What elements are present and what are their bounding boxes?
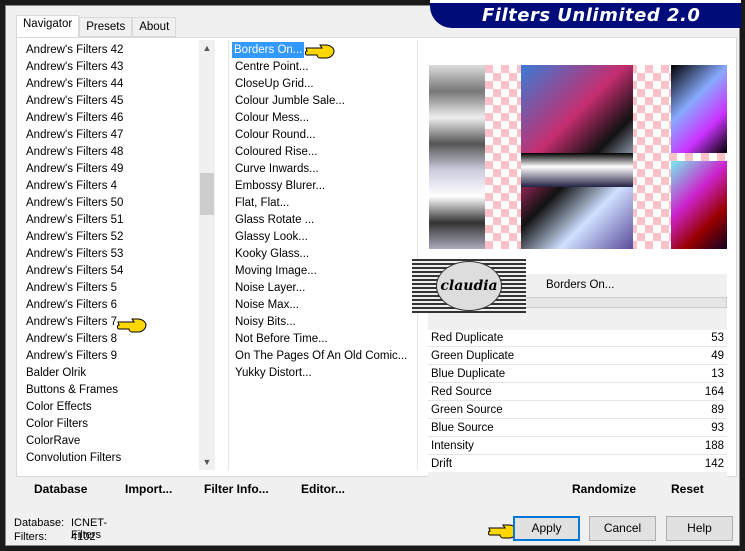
database-status: Database: ICNET-Filters [14, 517, 107, 541]
parameter-label: Drift [431, 458, 453, 470]
cancel-button[interactable]: Cancel [589, 516, 656, 541]
category-item[interactable]: Andrew's Filters 52 [26, 229, 123, 245]
filters-status: Filters: 4102 [14, 531, 95, 543]
parameter-slider[interactable]: Green Duplicate 49 [428, 348, 727, 365]
category-item[interactable]: Andrew's Filters 50 [26, 195, 123, 211]
filter-item[interactable]: CloseUp Grid... [235, 76, 314, 92]
parameter-label: Green Source [431, 404, 503, 416]
category-item[interactable]: Andrew's Filters 7 [26, 314, 117, 330]
tab-bar: Navigator Presets About [16, 15, 177, 37]
filter-item[interactable]: Embossy Blurer... [235, 178, 325, 194]
category-item[interactable]: Buttons & Frames [26, 382, 118, 398]
filter-item[interactable]: Coloured Rise... [235, 144, 317, 160]
parameter-label: Green Duplicate [431, 350, 515, 362]
parameter-slider[interactable]: Drift 142 [428, 456, 727, 473]
parameter-label: Intensity [431, 440, 474, 452]
filter-item[interactable]: Yukky Distort... [235, 365, 312, 381]
parameter-slider[interactable]: Green Source 89 [428, 402, 727, 419]
category-item[interactable]: Color Filters [26, 416, 88, 432]
filter-preview-image [429, 65, 727, 249]
help-button[interactable]: Help [666, 516, 733, 541]
parameter-slider[interactable]: Red Source 164 [428, 384, 727, 401]
parameter-value: 164 [704, 386, 724, 398]
database-button[interactable]: Database [34, 482, 87, 496]
parameter-value: 49 [711, 350, 724, 362]
category-item[interactable]: Andrew's Filters 9 [26, 348, 117, 364]
filter-item[interactable]: Colour Jumble Sale... [235, 93, 345, 109]
category-item[interactable]: Andrew's Filters 48 [26, 144, 123, 160]
pointing-hand-icon [305, 44, 335, 59]
category-item[interactable]: ColorRave [26, 433, 80, 449]
filter-item[interactable]: Colour Round... [235, 127, 316, 143]
filter-item[interactable]: Moving Image... [235, 263, 317, 279]
filter-item[interactable]: Glassy Look... [235, 229, 308, 245]
database-label: Database: [14, 517, 65, 529]
filter-name: Borders On... [546, 279, 615, 291]
category-scrollbar[interactable]: ▲ ▼ [199, 40, 215, 470]
parameter-label: Red Duplicate [431, 332, 504, 344]
scroll-thumb[interactable] [200, 173, 214, 215]
filter-item[interactable]: Borders On... [232, 42, 305, 58]
filter-item[interactable]: Noisy Bits... [235, 314, 296, 330]
parameter-value: 89 [711, 404, 724, 416]
category-item[interactable]: Andrew's Filters 45 [26, 93, 123, 109]
parameter-slider[interactable]: Blue Source 93 [428, 420, 727, 437]
filter-item[interactable]: Centre Point... [235, 59, 309, 75]
parameter-slider[interactable]: Intensity 188 [428, 438, 727, 455]
category-item[interactable]: Andrew's Filters 8 [26, 331, 117, 347]
editor-button[interactable]: Editor... [301, 482, 345, 496]
filters-count: 4102 [71, 531, 96, 543]
category-item[interactable]: Andrew's Filters 49 [26, 161, 123, 177]
watermark-logo: claudia [412, 259, 526, 313]
app-title: Filters Unlimited 2.0 [430, 0, 741, 28]
parameter-value: 93 [711, 422, 724, 434]
parameter-label: Red Source [431, 386, 492, 398]
filter-item[interactable]: Flat, Flat... [235, 195, 289, 211]
parameter-label: Blue Source [431, 422, 494, 434]
parameter-value: 13 [711, 368, 724, 380]
filter-item[interactable]: On The Pages Of An Old Comic... [235, 348, 407, 364]
import-button[interactable]: Import... [125, 482, 172, 496]
scroll-down-icon[interactable]: ▼ [199, 454, 215, 470]
scroll-up-icon[interactable]: ▲ [199, 40, 215, 56]
category-item[interactable]: Andrew's Filters 44 [26, 76, 123, 92]
parameter-value: 53 [711, 332, 724, 344]
reset-button[interactable]: Reset [671, 482, 704, 496]
filter-info-button[interactable]: Filter Info... [204, 482, 269, 496]
category-item[interactable]: Color Effects [26, 399, 92, 415]
category-item[interactable]: Andrew's Filters 47 [26, 127, 123, 143]
filter-item[interactable]: Not Before Time... [235, 331, 328, 347]
apply-button[interactable]: Apply [513, 516, 580, 541]
category-item[interactable]: Andrew's Filters 54 [26, 263, 123, 279]
parameter-label: Blue Duplicate [431, 368, 506, 380]
tab-presets[interactable]: Presets [79, 17, 133, 37]
parameter-value: 188 [704, 440, 724, 452]
filter-item[interactable]: Noise Max... [235, 297, 299, 313]
randomize-button[interactable]: Randomize [572, 482, 636, 496]
category-item[interactable]: Andrew's Filters 5 [26, 280, 117, 296]
filter-list[interactable]: Borders On... Centre Point... CloseUp Grid… [228, 40, 418, 470]
category-item[interactable]: Andrew's Filters 51 [26, 212, 123, 228]
category-list[interactable]: Andrew's Filters 42 Andrew's Filters 43 An… [20, 40, 199, 470]
filter-item[interactable]: Colour Mess... [235, 110, 309, 126]
category-item[interactable]: Andrew's Filters 6 [26, 297, 117, 313]
category-item[interactable]: Andrew's Filters 53 [26, 246, 123, 262]
tab-navigator[interactable]: Navigator [16, 15, 80, 37]
filter-item[interactable]: Kooky Glass... [235, 246, 309, 262]
filter-item[interactable]: Curve Inwards... [235, 161, 319, 177]
parameter-slider[interactable]: Red Duplicate 53 [428, 330, 727, 347]
tab-about[interactable]: About [132, 17, 177, 37]
parameter-value: 142 [704, 458, 724, 470]
pointing-hand-icon [117, 318, 147, 333]
category-item[interactable]: Andrew's Filters 42 [26, 42, 123, 58]
parameter-slider[interactable]: Blue Duplicate 13 [428, 366, 727, 383]
category-item[interactable]: Andrew's Filters 46 [26, 110, 123, 126]
filter-item[interactable]: Glass Rotate ... [235, 212, 314, 228]
category-item[interactable]: Convolution Filters [26, 450, 121, 466]
category-item[interactable]: Andrew's Filters 43 [26, 59, 123, 75]
category-item[interactable]: Andrew's Filters 4 [26, 178, 117, 194]
category-item[interactable]: Balder Olrik [26, 365, 86, 381]
filters-label: Filters: [14, 531, 47, 543]
filter-item[interactable]: Noise Layer... [235, 280, 305, 296]
